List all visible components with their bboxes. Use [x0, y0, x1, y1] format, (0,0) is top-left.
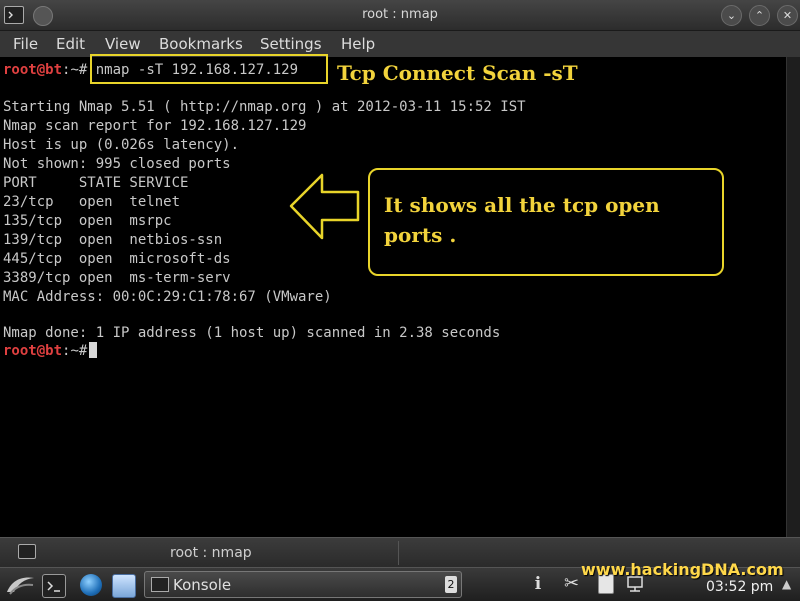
text-cursor: [89, 342, 98, 358]
terminal-prompt-line: root@bt:~#: [3, 342, 98, 360]
tab-divider: [398, 541, 399, 565]
new-tab-icon[interactable]: [18, 544, 36, 559]
watermark: www.hackingDNA.com: [581, 560, 784, 579]
tab-root-nmap[interactable]: root : nmap: [170, 545, 252, 561]
task-label: Konsole: [173, 576, 232, 594]
window-titlebar[interactable]: root : nmap ⌄ ⌃ ✕: [0, 0, 800, 31]
tools-icon[interactable]: ✂: [564, 573, 579, 594]
konsole-launcher-icon[interactable]: [42, 574, 66, 598]
left-arrow-icon: [289, 173, 360, 240]
screen: root : nmap ⌄ ⌃ ✕ File Edit View Bookmar…: [0, 0, 800, 601]
terminal-line: PORT STATE SERVICE: [3, 175, 189, 191]
menu-bookmarks[interactable]: Bookmarks: [159, 35, 243, 53]
menu-settings[interactable]: Settings: [260, 35, 322, 53]
terminal-line: 23/tcp open telnet: [3, 194, 181, 210]
browser-globe-icon[interactable]: [80, 574, 102, 596]
minimize-button[interactable]: ⌄: [721, 5, 742, 26]
terminal-line: Nmap scan report for 192.168.127.129: [3, 118, 307, 134]
prompt-suffix: :~#: [62, 343, 88, 359]
taskbar-konsole-entry[interactable]: Konsole 2: [144, 571, 462, 598]
prompt-user: root@bt: [3, 343, 63, 359]
menu-help[interactable]: Help: [341, 35, 375, 53]
terminal-line: 139/tcp open netbios-ssn: [3, 232, 223, 248]
clock[interactable]: 03:52 pm: [706, 579, 773, 595]
panel-collapse-icon[interactable]: ▲: [782, 577, 791, 591]
annotation-title: Tcp Connect Scan -sT: [337, 61, 578, 85]
terminal-line: Nmap done: 1 IP address (1 host up) scan…: [3, 325, 501, 341]
terminal-line: 445/tcp open microsoft-ds: [3, 251, 231, 267]
terminal-line: Not shown: 995 closed ports: [3, 156, 231, 172]
kde-menu-icon[interactable]: [4, 572, 36, 598]
terminal-line: Host is up (0.026s latency).: [3, 137, 240, 153]
terminal-line: Starting Nmap 5.51 ( http://nmap.org ) a…: [3, 99, 526, 115]
terminal-line: 135/tcp open msrpc: [3, 213, 172, 229]
prompt-user: root@bt: [3, 62, 63, 78]
annotation-callout: It shows all the tcp open ports .: [368, 168, 724, 276]
konsole-task-icon: [151, 577, 169, 592]
menu-view[interactable]: View: [105, 35, 141, 53]
window-title: root : nmap: [362, 7, 438, 22]
task-count-badge: 2: [445, 576, 457, 593]
callout-text: It shows all the tcp open ports .: [384, 193, 660, 247]
close-button[interactable]: ✕: [777, 5, 798, 26]
menu-edit[interactable]: Edit: [56, 35, 85, 53]
terminal-line: MAC Address: 00:0C:29:C1:78:67 (VMware): [3, 289, 332, 305]
command-highlight-box: [90, 54, 328, 84]
info-icon[interactable]: i: [528, 574, 548, 594]
notes-app-icon[interactable]: [112, 574, 136, 598]
terminal-area[interactable]: root@bt:~# nmap -sT 192.168.127.129 Star…: [0, 57, 786, 537]
prompt-suffix: :~#: [62, 62, 88, 78]
menu-file[interactable]: File: [13, 35, 38, 53]
terminal-line: 3389/tcp open ms-term-serv: [3, 270, 231, 286]
terminal-scrollbar[interactable]: [786, 57, 800, 537]
maximize-button[interactable]: ⌃: [749, 5, 770, 26]
